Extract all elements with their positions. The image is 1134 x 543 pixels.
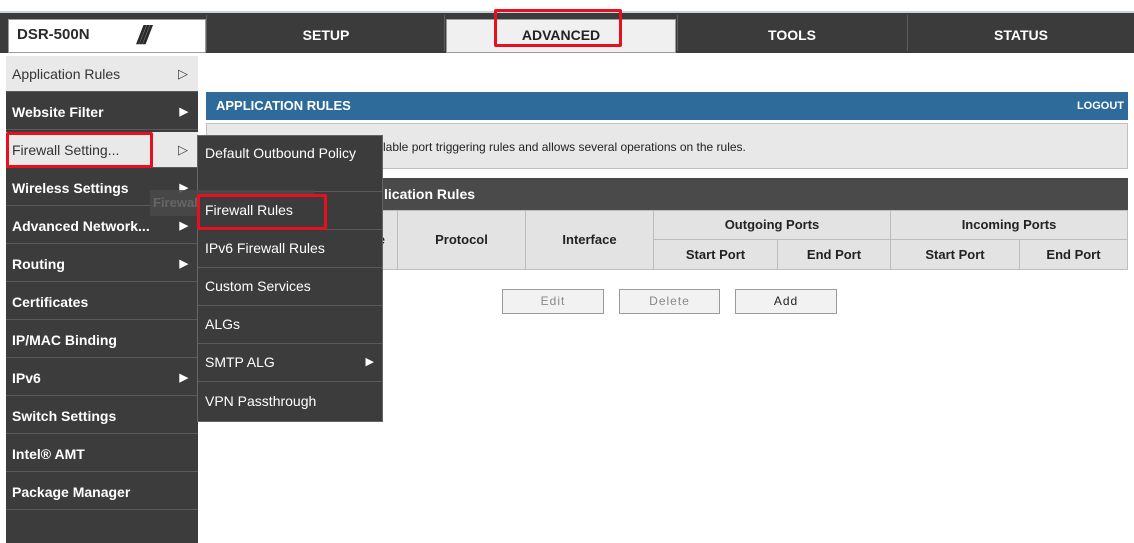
menu-item-ipv6[interactable]: IPv6 ▶ bbox=[6, 360, 198, 396]
add-button[interactable]: Add bbox=[735, 289, 837, 314]
nav-separator bbox=[206, 15, 207, 51]
submenu-item-algs[interactable]: ALGs bbox=[198, 306, 382, 344]
chevron-right-icon: ▷ bbox=[178, 66, 188, 81]
menu-item-certificates[interactable]: Certificates bbox=[6, 284, 198, 320]
menu-item-label: Application Rules bbox=[12, 66, 121, 82]
menu-item-routing[interactable]: Routing ▶ bbox=[6, 246, 198, 282]
submenu-item-smtp-alg[interactable]: SMTP ALG ▶ bbox=[198, 344, 382, 382]
chevron-right-icon: ▶ bbox=[179, 106, 188, 118]
submenu-item-firewall-rules-label: Firewall Rules bbox=[198, 194, 382, 228]
menu-item-firewall-setting[interactable]: Firewall Setting... ▷ bbox=[6, 132, 198, 168]
menu-item-label: Firewall Setting... bbox=[12, 142, 120, 158]
delete-button[interactable]: Delete bbox=[619, 289, 720, 314]
chevron-right-icon: ▷ bbox=[178, 142, 188, 157]
menu-item-label: Advanced Network... bbox=[12, 218, 150, 234]
column-header-incoming-start-port: Start Port bbox=[890, 239, 1020, 270]
menu-item-application-rules[interactable]: Application Rules ▷ bbox=[6, 56, 198, 92]
menu-item-label: Website Filter bbox=[12, 104, 104, 120]
submenu-item-vpn-passthrough[interactable]: VPN Passthrough bbox=[198, 382, 382, 421]
table-title: lication Rules bbox=[384, 186, 476, 202]
chevron-right-icon: ▶ bbox=[179, 258, 188, 270]
brand-name: DSR-500N bbox=[17, 26, 90, 43]
submenu-item-label: SMTP ALG bbox=[205, 354, 275, 370]
menu-item-label: Routing bbox=[12, 256, 65, 272]
page-header: APPLICATION RULES LOGOUT bbox=[206, 92, 1128, 120]
chevron-right-icon: ▶ bbox=[365, 356, 374, 368]
column-header-incoming-end-port: End Port bbox=[1019, 239, 1128, 270]
nav-separator bbox=[444, 15, 445, 51]
menu-item-label: Certificates bbox=[12, 294, 89, 310]
edit-button[interactable]: Edit bbox=[502, 289, 604, 314]
menu-item-label: IPv6 bbox=[12, 370, 41, 386]
tab-setup[interactable]: SETUP bbox=[208, 19, 444, 51]
column-header-incoming-ports: Incoming Ports bbox=[890, 210, 1128, 240]
menu-item-label: Switch Settings bbox=[12, 408, 117, 424]
submenu-item-custom-services[interactable]: Custom Services bbox=[198, 268, 382, 306]
menu-item-website-filter[interactable]: Website Filter ▶ bbox=[6, 94, 198, 130]
column-header-outgoing-end-port: End Port bbox=[777, 239, 891, 270]
chevron-right-icon: ▶ bbox=[179, 372, 188, 384]
page-title: APPLICATION RULES bbox=[216, 98, 351, 113]
menu-item-ip-mac-binding[interactable]: IP/MAC Binding bbox=[6, 322, 198, 358]
submenu-item-default-outbound-policy[interactable]: Default Outbound Policy bbox=[198, 136, 382, 192]
menu-item-label: Package Manager bbox=[12, 484, 131, 500]
menu-item-label: IP/MAC Binding bbox=[12, 332, 117, 348]
tab-tools[interactable]: TOOLS bbox=[678, 19, 906, 51]
menu-item-label: Intel® AMT bbox=[12, 446, 85, 462]
submenu-item-ipv6-firewall-rules[interactable]: IPv6 Firewall Rules bbox=[198, 230, 382, 268]
menu-item-switch-settings[interactable]: Switch Settings bbox=[6, 398, 198, 434]
tab-advanced[interactable]: ADVANCED bbox=[446, 19, 676, 53]
column-header-protocol: Protocol bbox=[397, 210, 526, 270]
logout-link[interactable]: LOGOUT bbox=[1077, 100, 1124, 112]
tab-status[interactable]: STATUS bbox=[908, 19, 1134, 51]
column-header-interface: Interface bbox=[525, 210, 654, 270]
menu-item-label: Wireless Settings bbox=[12, 180, 129, 196]
column-header-outgoing-start-port: Start Port bbox=[653, 239, 778, 270]
brand-slash-graphic: /// bbox=[137, 20, 151, 50]
menu-item-package-manager[interactable]: Package Manager bbox=[6, 474, 198, 510]
menu-item-intel-amt[interactable]: Intel® AMT bbox=[6, 436, 198, 472]
column-header-outgoing-ports: Outgoing Ports bbox=[653, 210, 891, 240]
brand-logo: DSR-500N /// bbox=[8, 19, 206, 53]
page-description: lable port triggering rules and allows s… bbox=[383, 140, 746, 154]
